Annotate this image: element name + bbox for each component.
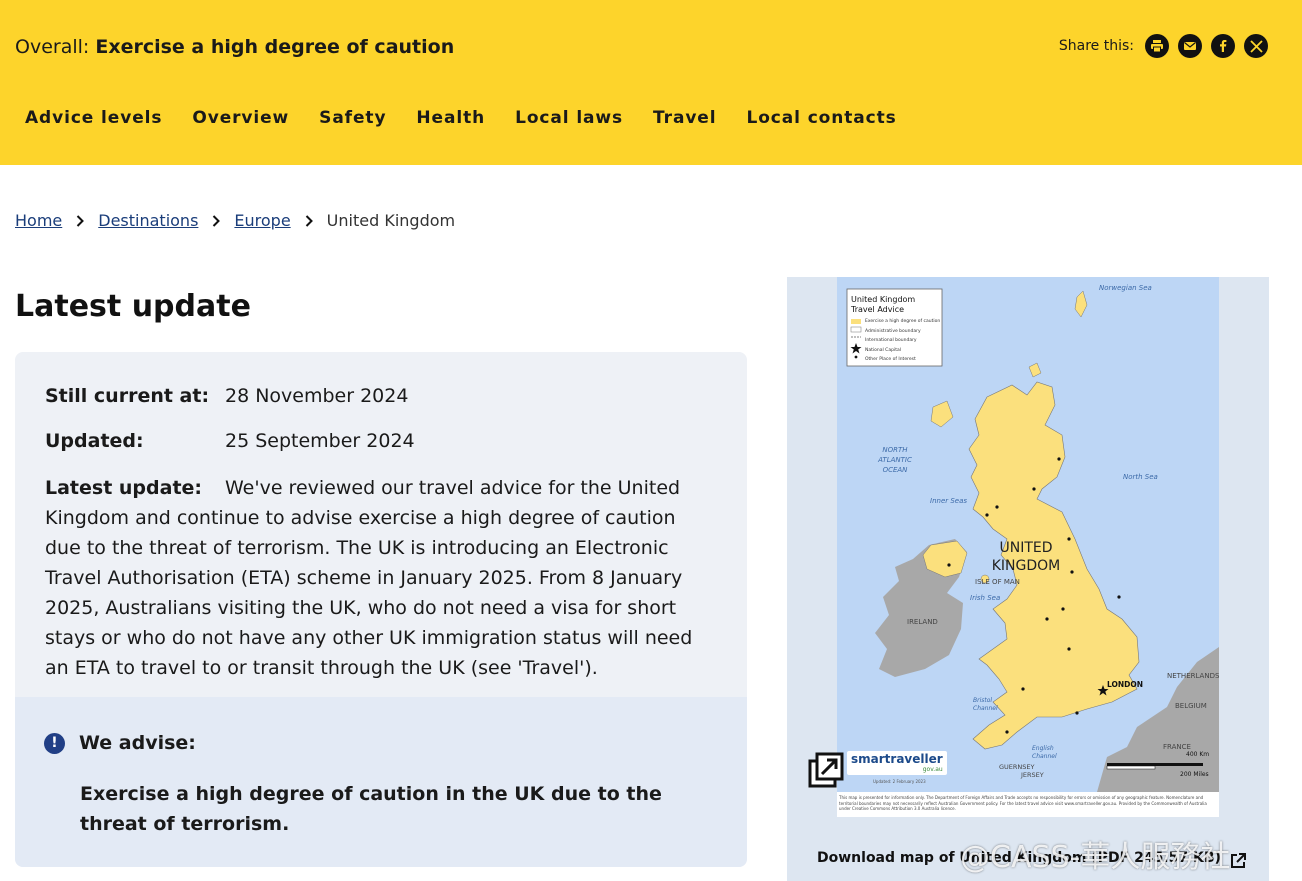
chevron-right-icon	[305, 214, 313, 227]
advise-heading: ! We advise:	[44, 732, 196, 754]
section-nav: Advice levels Overview Safety Health Loc…	[25, 108, 897, 128]
nav-health[interactable]: Health	[416, 108, 485, 128]
map-label-north-atlantic: NORTH ATLANTIC OCEAN	[878, 446, 912, 474]
email-share-button[interactable]	[1178, 34, 1202, 58]
map-label-uk: UNITED KINGDOM	[991, 540, 1061, 574]
breadcrumb-home[interactable]: Home	[15, 211, 62, 230]
x-share-button[interactable]	[1244, 34, 1268, 58]
page-title: Latest update	[15, 289, 251, 324]
updated-row: Updated: 25 September 2024	[45, 430, 415, 452]
still-current-row: Still current at: 28 November 2024	[45, 385, 408, 407]
print-button[interactable]	[1145, 34, 1169, 58]
map-disclaimer: This map is presented for information on…	[839, 795, 1207, 811]
map-card: United Kingdom Travel Advice Exercise a …	[787, 277, 1269, 881]
mail-icon	[1184, 42, 1196, 50]
map-label-jersey: JERSEY	[1021, 771, 1044, 779]
nav-safety[interactable]: Safety	[319, 108, 386, 128]
chevron-right-icon	[212, 214, 221, 227]
expand-icon	[808, 752, 844, 788]
map-legend-item: International boundary	[865, 338, 917, 343]
breadcrumb-destinations[interactable]: Destinations	[98, 211, 198, 230]
brand-sub: gov.au	[922, 766, 943, 773]
x-icon	[1249, 39, 1263, 53]
nav-travel[interactable]: Travel	[653, 108, 716, 128]
chevron-right-icon	[76, 214, 85, 227]
printer-icon	[1151, 40, 1163, 53]
map-legend-item: Administrative boundary	[865, 328, 921, 334]
nav-overview[interactable]: Overview	[192, 108, 289, 128]
map-label-irish-sea: Irish Sea	[970, 594, 1001, 602]
still-current-value: 28 November 2024	[225, 385, 409, 407]
map-label-france: FRANCE	[1163, 743, 1191, 751]
map-label-london: LONDON	[1107, 680, 1144, 689]
nav-advice-levels[interactable]: Advice levels	[25, 108, 162, 128]
latest-update-row: Latest update: We've reviewed our travel …	[45, 473, 717, 683]
map-label-inner-seas: Inner Seas	[930, 497, 968, 505]
breadcrumb: Home Destinations Europe United Kingdom	[15, 211, 455, 230]
nav-local-contacts[interactable]: Local contacts	[746, 108, 896, 128]
map-label-netherlands: NETHERLANDS	[1167, 672, 1220, 680]
still-current-label: Still current at:	[45, 385, 210, 407]
map-label-bristol-channel: Bristol Channel	[973, 697, 998, 712]
smartraveller-logo: smartraveller gov.au	[847, 751, 947, 775]
updated-label: Updated:	[45, 430, 144, 452]
map-label-isle-of-man: ISLE OF MAN	[975, 578, 1020, 586]
advise-text: Exercise a high degree of caution in the…	[80, 783, 662, 835]
advise-box: ! We advise: Exercise a high degree of c…	[15, 697, 747, 867]
share-label: Share this:	[1058, 38, 1134, 54]
breadcrumb-current: United Kingdom	[326, 211, 456, 230]
map-scale-miles: 200 Miles	[1180, 771, 1209, 778]
share-bar: Share this:	[1059, 34, 1268, 58]
updated-value: 25 September 2024	[225, 430, 415, 452]
facebook-share-button[interactable]	[1211, 34, 1235, 58]
latest-update-text: We've reviewed our travel advice for the…	[45, 477, 693, 679]
exclamation-icon: !	[44, 732, 65, 754]
site-header: Overall: Exercise a high degree of cauti…	[0, 0, 1302, 165]
map-label-north-sea: North Sea	[1123, 473, 1158, 481]
map-label-guernsey: GUERNSEY	[999, 763, 1035, 771]
external-link-icon	[1229, 852, 1247, 874]
map-legend-item: Other Place of Interest	[865, 357, 916, 362]
map-label-norwegian-sea: Norwegian Sea	[1099, 284, 1152, 292]
map-label-english-channel: English Channel	[1032, 745, 1057, 760]
nav-local-laws[interactable]: Local laws	[515, 108, 623, 128]
uk-travel-advice-map[interactable]: United Kingdom Travel Advice Exercise a …	[837, 277, 1219, 817]
breadcrumb-europe[interactable]: Europe	[234, 211, 290, 230]
overall-advice: Overall: Exercise a high degree of cauti…	[15, 36, 454, 58]
map-scale-km: 400 Km	[1186, 751, 1210, 758]
map-updated-note: Updated: 2 February 2023	[873, 779, 926, 784]
map-label-ireland: IRELAND	[907, 618, 938, 626]
expand-map-button[interactable]	[807, 751, 845, 789]
brand-name: smartraveller	[851, 752, 943, 766]
facebook-icon	[1220, 40, 1227, 52]
watermark: @CASS-華人服務社	[960, 840, 1231, 875]
map-label-belgium: BELGIUM	[1175, 702, 1207, 710]
latest-update-panel: Still current at: 28 November 2024 Update…	[15, 352, 747, 867]
map-legend-item: Exercise a high degree of caution	[865, 319, 941, 324]
map-legend-item: National Capital	[865, 347, 901, 353]
latest-update-label: Latest update:	[45, 477, 203, 499]
map-legend-subtitle: Travel Advice	[851, 305, 905, 314]
advise-label: We advise:	[79, 732, 196, 754]
overall-level: Exercise a high degree of caution	[95, 36, 455, 58]
map-legend-title: United Kingdom	[851, 295, 916, 304]
overall-label: Overall:	[15, 36, 90, 58]
